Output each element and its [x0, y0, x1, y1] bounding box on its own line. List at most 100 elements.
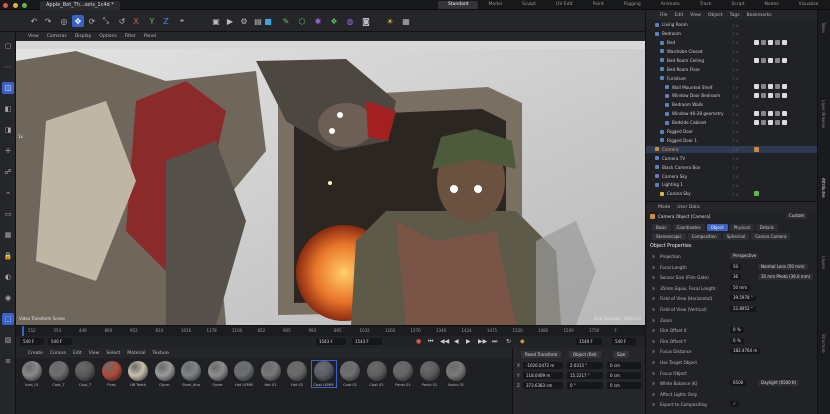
layout-tab-paint[interactable]: Paint [583, 1, 614, 9]
keyframe-dot-icon[interactable] [652, 392, 655, 396]
preview-end-field[interactable]: 540 F [612, 338, 636, 345]
object-row[interactable]: Bedroom ⁝ ✓ [646, 30, 818, 38]
visibility-icon[interactable]: ⁝ ✓ [733, 174, 739, 179]
layout-tab-nodes[interactable]: Nodes [755, 1, 789, 9]
material-tag-icon[interactable] [782, 57, 787, 63]
scene-icon[interactable]: ▦ [400, 15, 412, 27]
polygons-mode-icon[interactable]: ◧ [2, 103, 14, 115]
material-swatch[interactable]: Pants 01 [391, 361, 415, 387]
material-swatch[interactable]: Pants 02 [418, 361, 442, 387]
live-select-icon[interactable]: ◎ [58, 15, 70, 27]
position-field[interactable]: 373.6383 cm [523, 382, 563, 389]
size-dropdown[interactable]: Size [613, 351, 630, 358]
viewport-menu-options[interactable]: Options [99, 34, 116, 39]
viewport-menu-display[interactable]: Display [75, 34, 92, 39]
material-swatch[interactable]: Socks 01 [444, 361, 468, 387]
object-row[interactable]: Furniture ⁝ ✓ [646, 74, 818, 82]
solo-icon[interactable]: ◉ [2, 292, 14, 304]
material-tag-icon[interactable] [761, 119, 766, 125]
object-row[interactable]: Black Camera Box ⁝ ✓ [646, 163, 818, 171]
object-row[interactable]: Rigged Door 1 ⁝ ✓ [646, 137, 818, 145]
material-tag-icon[interactable] [782, 39, 787, 45]
material-tag-icon[interactable] [754, 57, 759, 63]
gizmo-icon[interactable]: ⬚ [2, 313, 14, 325]
rotation-field[interactable]: 15.2217 ° [567, 372, 603, 379]
visibility-icon[interactable]: ⁝ ✓ [733, 192, 739, 197]
preview-start-field[interactable]: 540 F [48, 338, 72, 345]
view-icon[interactable]: ◐ [2, 271, 14, 283]
visibility-icon[interactable]: ⁝ ✓ [733, 94, 739, 99]
material-swatch[interactable]: Hat LEMM [232, 361, 256, 387]
attribute-value[interactable]: 22.8952 ° [730, 306, 756, 312]
material-menu-corona[interactable]: Corona [50, 351, 66, 356]
edges-mode-icon[interactable]: ◫ [2, 82, 14, 94]
undo-icon[interactable]: ↶ [28, 15, 40, 27]
viewport-menu-filter[interactable]: Filter [125, 34, 136, 39]
z-axis-icon[interactable]: Z [160, 15, 172, 27]
tweak-icon[interactable]: ☍ [2, 166, 14, 178]
keyframe-dot-icon[interactable] [652, 361, 655, 364]
scale-icon[interactable]: ⤡ [100, 15, 112, 27]
keyframe-dot-icon[interactable] [652, 350, 655, 354]
visibility-icon[interactable]: ⁝ ✓ [733, 76, 739, 81]
layout-tab-animate[interactable]: Animate [651, 1, 690, 9]
keyframe-dot-icon[interactable] [652, 276, 655, 280]
render-view-icon[interactable]: ▶ [224, 15, 236, 27]
keyframe-dot-icon[interactable] [652, 308, 655, 311]
position-field[interactable]: -1026.0472 m [523, 362, 563, 369]
material-swatch[interactable]: Iced_01 [20, 361, 44, 387]
render-mode-icon[interactable]: ▨ [2, 334, 14, 346]
viewport-menu-cameras[interactable]: Cameras [47, 34, 67, 39]
material-swatch[interactable]: Coat LEMM [310, 360, 337, 388]
visibility-icon[interactable]: ⁝ ✓ [733, 156, 739, 161]
layout-tab-track[interactable]: Track [690, 1, 722, 9]
object-row[interactable]: Bed ⁝ ✓ [646, 39, 818, 47]
material-swatch[interactable]: Hat 01 [259, 361, 283, 387]
position-field[interactable]: 118.0409 m [523, 372, 563, 379]
render-region-icon[interactable]: ▣ [210, 15, 222, 27]
attribute-value[interactable]: 39.5978 ° [730, 295, 756, 302]
loop-icon[interactable]: ↻ [506, 338, 511, 345]
material-swatch[interactable]: Steel_Ana [179, 361, 203, 387]
size-field[interactable]: 0 cm [607, 362, 641, 369]
tab-spherical[interactable]: Spherical [722, 233, 750, 240]
side-tab-attributes[interactable]: Attributes [821, 178, 826, 198]
tab-details[interactable]: Details [755, 224, 778, 231]
attribute-value[interactable]: 182.4764 m [730, 348, 761, 355]
object-row[interactable]: Camera TV ⁝ ✓ [646, 155, 818, 163]
layers-icon[interactable]: ≡ [2, 355, 14, 367]
material-menu-material[interactable]: Material [127, 351, 145, 356]
play-icon[interactable]: ▶ [466, 338, 471, 345]
keyframe-dot-icon[interactable] [652, 318, 655, 322]
current-frame-field-2[interactable]: 1543 F [352, 338, 382, 345]
prev-frame-icon[interactable]: ◀ [454, 338, 459, 345]
material-tag-icon[interactable] [768, 84, 773, 90]
material-tag-icon[interactable] [775, 111, 780, 116]
close-window-icon[interactable] [3, 2, 8, 8]
keyframe-dot-icon[interactable] [652, 286, 655, 290]
object-rel-dropdown[interactable]: Object (Rel) [569, 351, 601, 358]
side-tab-structure[interactable]: Structure [821, 334, 826, 353]
material-swatch[interactable]: Oycer [206, 361, 230, 387]
attribute-preset[interactable]: 35 mm Photo (36.0 mm) [758, 274, 814, 281]
object-row[interactable]: Corona Sky ⁝ ✓ [646, 190, 818, 198]
side-tab-layer-browser[interactable]: Layer Browser [821, 100, 826, 129]
material-swatch[interactable]: Hat 02 [285, 361, 309, 387]
size-field[interactable]: 0 cm [607, 372, 641, 379]
deformer-icon[interactable]: ✱ [312, 15, 324, 27]
material-tag-icon[interactable] [775, 119, 780, 125]
lock-icon[interactable]: 🔒 [2, 250, 14, 262]
attribute-menu-user-data[interactable]: User Data [677, 205, 699, 210]
visibility-icon[interactable]: ⁝ ✓ [733, 120, 739, 125]
points-mode-icon[interactable]: ⋯ [2, 61, 14, 73]
attribute-value[interactable]: 36 [730, 274, 742, 281]
light-icon[interactable]: ☀ [384, 15, 396, 27]
cube-icon[interactable]: ■ [262, 15, 274, 27]
material-tag-icon[interactable] [775, 93, 780, 99]
viewport-menu-view[interactable]: View [28, 34, 39, 39]
visibility-icon[interactable]: ⁝ ✓ [733, 103, 739, 108]
material-tag-icon[interactable] [768, 119, 773, 125]
material-tag-icon[interactable] [768, 39, 773, 45]
object-menu-tags[interactable]: Tags [730, 13, 740, 18]
object-menu-view[interactable]: View [690, 13, 701, 18]
